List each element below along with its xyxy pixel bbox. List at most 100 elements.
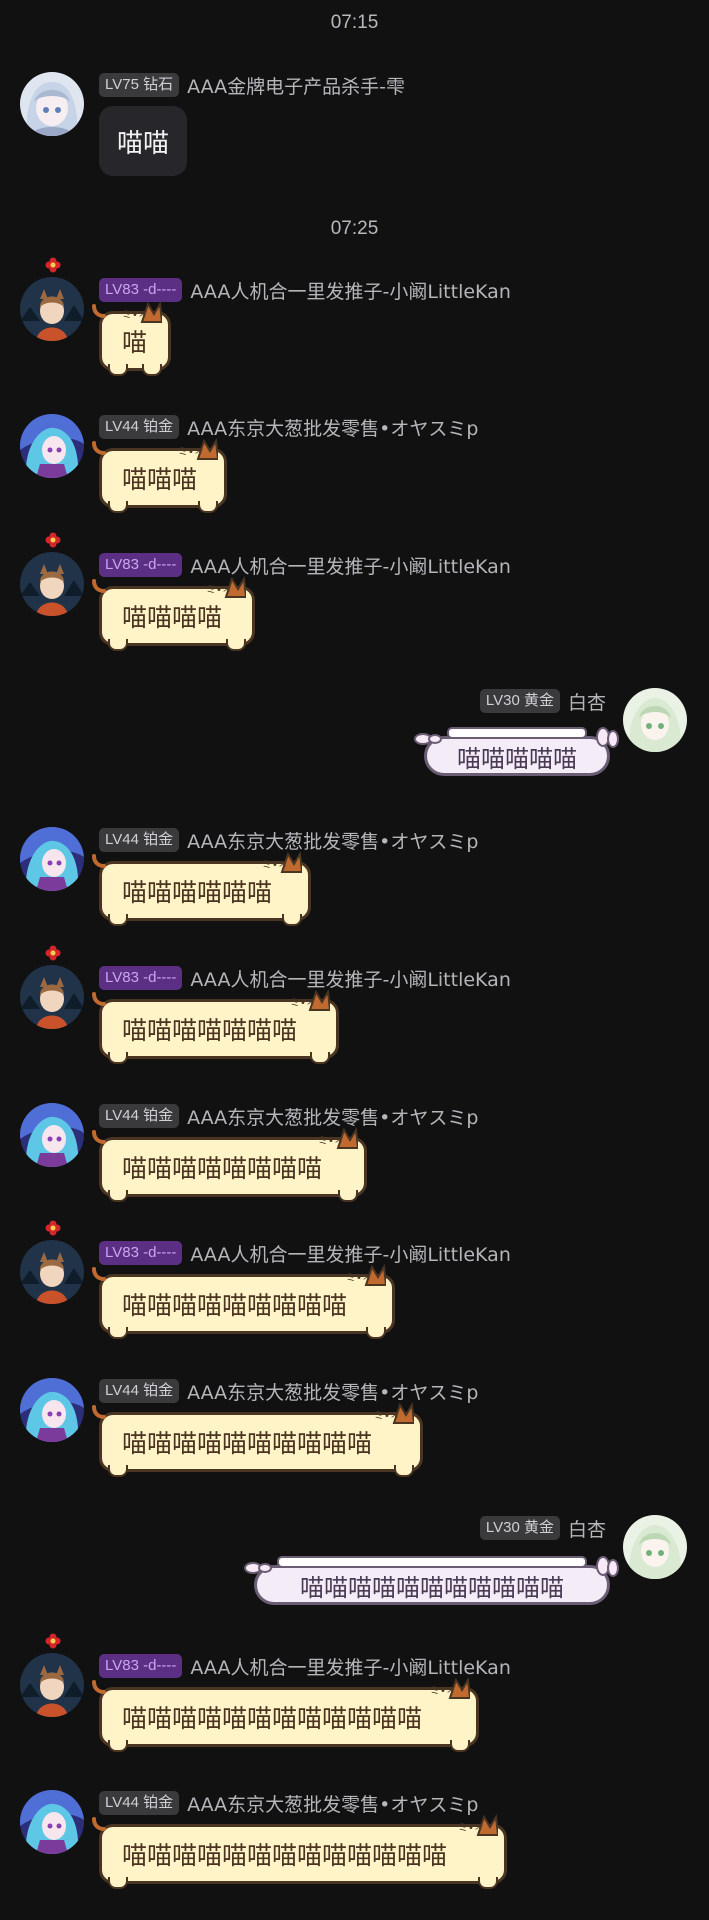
flower-icon [45,1220,61,1236]
cat-paw [108,639,128,651]
avatar[interactable] [20,827,84,891]
level-badge: LV83 -d---- [99,1241,183,1265]
sender-name[interactable]: AAA东京大葱批发零售•オヤスミp [187,414,478,441]
message-text: 喵 [122,328,148,357]
cat-paw [310,1052,330,1064]
cat-ears-icon: ミ•ㅅ [430,1676,470,1699]
message-meta: LV44 铂金 AAA东京大葱批发零售•オヤスミp [99,414,478,440]
avatar[interactable] [20,1220,84,1304]
svg-text:ミ•ㅅ: ミ•ㅅ [346,1273,371,1284]
sender-name[interactable]: AAA金牌电子产品杀手-雫 [187,72,405,99]
message-text: 喵喵喵喵喵喵喵喵喵喵喵喵 [122,1704,423,1733]
chat-message-list[interactable]: 07:15 LV75 钻石 AAA金牌电子产品杀手-雫 喵喵 07:25 LV8… [0,0,709,1920]
level-badge: LV83 -d---- [99,1654,183,1678]
message-bubble[interactable]: 喵喵喵喵喵喵喵喵喵喵喵 [244,1556,619,1605]
message-meta: LV75 钻石 AAA金牌电子产品杀手-雫 [99,72,405,98]
level-badge: LV44 铂金 [99,415,180,439]
flower-icon [45,1633,61,1649]
avatar[interactable] [20,414,84,478]
message-bubble[interactable]: 喵喵喵喵喵 [414,727,619,776]
svg-text:ミ•ㅅ: ミ•ㅅ [458,1823,483,1834]
level-badge: LV30 黄金 [479,689,560,713]
message-bubble[interactable]: ミ•ㅅ 喵喵喵喵 [92,575,255,651]
avatar[interactable] [623,1515,687,1579]
avatar[interactable] [20,1790,84,1854]
avatar[interactable] [20,1103,84,1167]
level-badge: LV44 铂金 [99,1791,180,1815]
cat-paw [338,1190,358,1202]
svg-text:ミ•ㅅ: ミ•ㅅ [178,447,203,458]
cat-paw [108,1327,128,1339]
cat-paw [366,1327,386,1339]
sender-name[interactable]: AAA东京大葱批发零售•オヤスミp [187,827,478,854]
level-badge: LV75 钻石 [99,73,180,97]
cat-paw [108,501,128,513]
cat-ears-icon: ミ•ㅅ [178,437,218,460]
cat-tail-icon [92,1817,106,1831]
cat-paw [394,1465,414,1477]
message-bubble[interactable]: ミ•ㅅ 喵喵喵喵喵喵 [92,850,311,926]
message-text: 喵喵喵喵喵喵喵喵喵喵 [122,1429,373,1458]
cat-tail-icon [92,1680,106,1694]
cat-tail-icon [92,1130,106,1144]
avatar[interactable] [20,945,84,1029]
message-meta: LV83 -d---- AAA人机合一里发推子-小阚LittleKan [99,1240,511,1266]
message-bubble[interactable]: ミ•ㅅ 喵喵喵喵喵喵喵喵喵喵 [92,1401,423,1477]
cat-paw [226,639,246,651]
message-bubble[interactable]: ミ•ㅅ 喵喵喵喵喵喵喵喵喵 [92,1263,395,1339]
avatar[interactable] [623,688,687,752]
message-text: 喵喵喵喵喵喵喵 [122,1016,298,1045]
sender-name[interactable]: AAA人机合一里发推子-小阚LittleKan [190,277,510,304]
message-text: 喵喵喵喵喵喵喵喵喵喵喵 [300,1573,564,1602]
cat-tail-icon [92,304,106,318]
svg-text:ミ•ㅅ: ミ•ㅅ [262,860,287,871]
sender-name[interactable]: AAA人机合一里发推子-小阚LittleKan [190,965,510,992]
cat-ears-icon: ミ•ㅅ [290,988,330,1011]
cat-paw [108,1877,128,1889]
message-meta: LV30 黄金 白杏 [479,1515,606,1542]
message-bubble[interactable]: ミ•ㅅ 喵喵喵喵喵喵喵喵 [92,1126,367,1202]
sender-name[interactable]: 白杏 [568,688,606,715]
cat-tail-icon [92,1267,106,1281]
avatar[interactable] [20,72,84,136]
level-badge: LV44 铂金 [99,1379,180,1403]
flower-icon [45,945,61,961]
cat-paw [108,1190,128,1202]
bubble-top-bar [277,1556,587,1568]
avatar[interactable] [20,532,84,616]
message-bubble[interactable]: ミ•ㅅ 喵喵喵喵喵喵喵喵喵喵喵喵 [92,1676,479,1752]
svg-text:ミ•ㅅ: ミ•ㅅ [122,310,147,321]
sender-name[interactable]: AAA东京大葱批发零售•オヤスミp [187,1790,478,1817]
cat-ears-icon: ミ•ㅅ [458,1813,498,1836]
bubble-top-bar [447,727,587,739]
message-text: 喵喵喵 [122,465,198,494]
message-bubble[interactable]: ミ•ㅅ 喵喵喵喵喵喵喵 [92,988,339,1064]
avatar[interactable] [20,1378,84,1442]
cat-tail-icon [92,854,106,868]
avatar[interactable] [20,257,84,341]
cat-paw [450,1740,470,1752]
cat-ears-icon: ミ•ㅅ [206,575,246,598]
level-badge: LV44 铂金 [99,1104,180,1128]
avatar[interactable] [20,1633,84,1717]
cat-paw [108,1740,128,1752]
message-bubble[interactable]: 喵喵 [99,106,188,176]
level-badge: LV83 -d---- [99,966,183,990]
bunny-icon [596,727,619,748]
cat-tail-icon [92,441,106,455]
sender-name[interactable]: AAA东京大葱批发零售•オヤスミp [187,1378,478,1405]
message-bubble[interactable]: ミ•ㅅ 喵喵喵 [92,437,227,513]
svg-text:ミ•ㅅ: ミ•ㅅ [290,998,315,1009]
message-text: 喵喵喵喵喵喵喵喵喵 [122,1291,348,1320]
message-text: 喵喵喵喵 [122,603,223,632]
sender-name[interactable]: 白杏 [568,1515,606,1542]
svg-text:ミ•ㅅ: ミ•ㅅ [318,1136,343,1147]
svg-text:ミ•ㅅ: ミ•ㅅ [374,1411,399,1422]
timestamp: 07:25 [330,218,379,239]
cat-paw [282,914,302,926]
message-bubble[interactable]: ミ•ㅅ 喵 [92,300,171,376]
timestamp: 07:15 [330,12,379,33]
cat-tail-icon [92,992,106,1006]
message-bubble[interactable]: ミ•ㅅ 喵喵喵喵喵喵喵喵喵喵喵喵喵 [92,1813,507,1889]
message-text: 喵喵喵喵喵喵喵喵喵喵喵喵喵 [122,1841,448,1870]
